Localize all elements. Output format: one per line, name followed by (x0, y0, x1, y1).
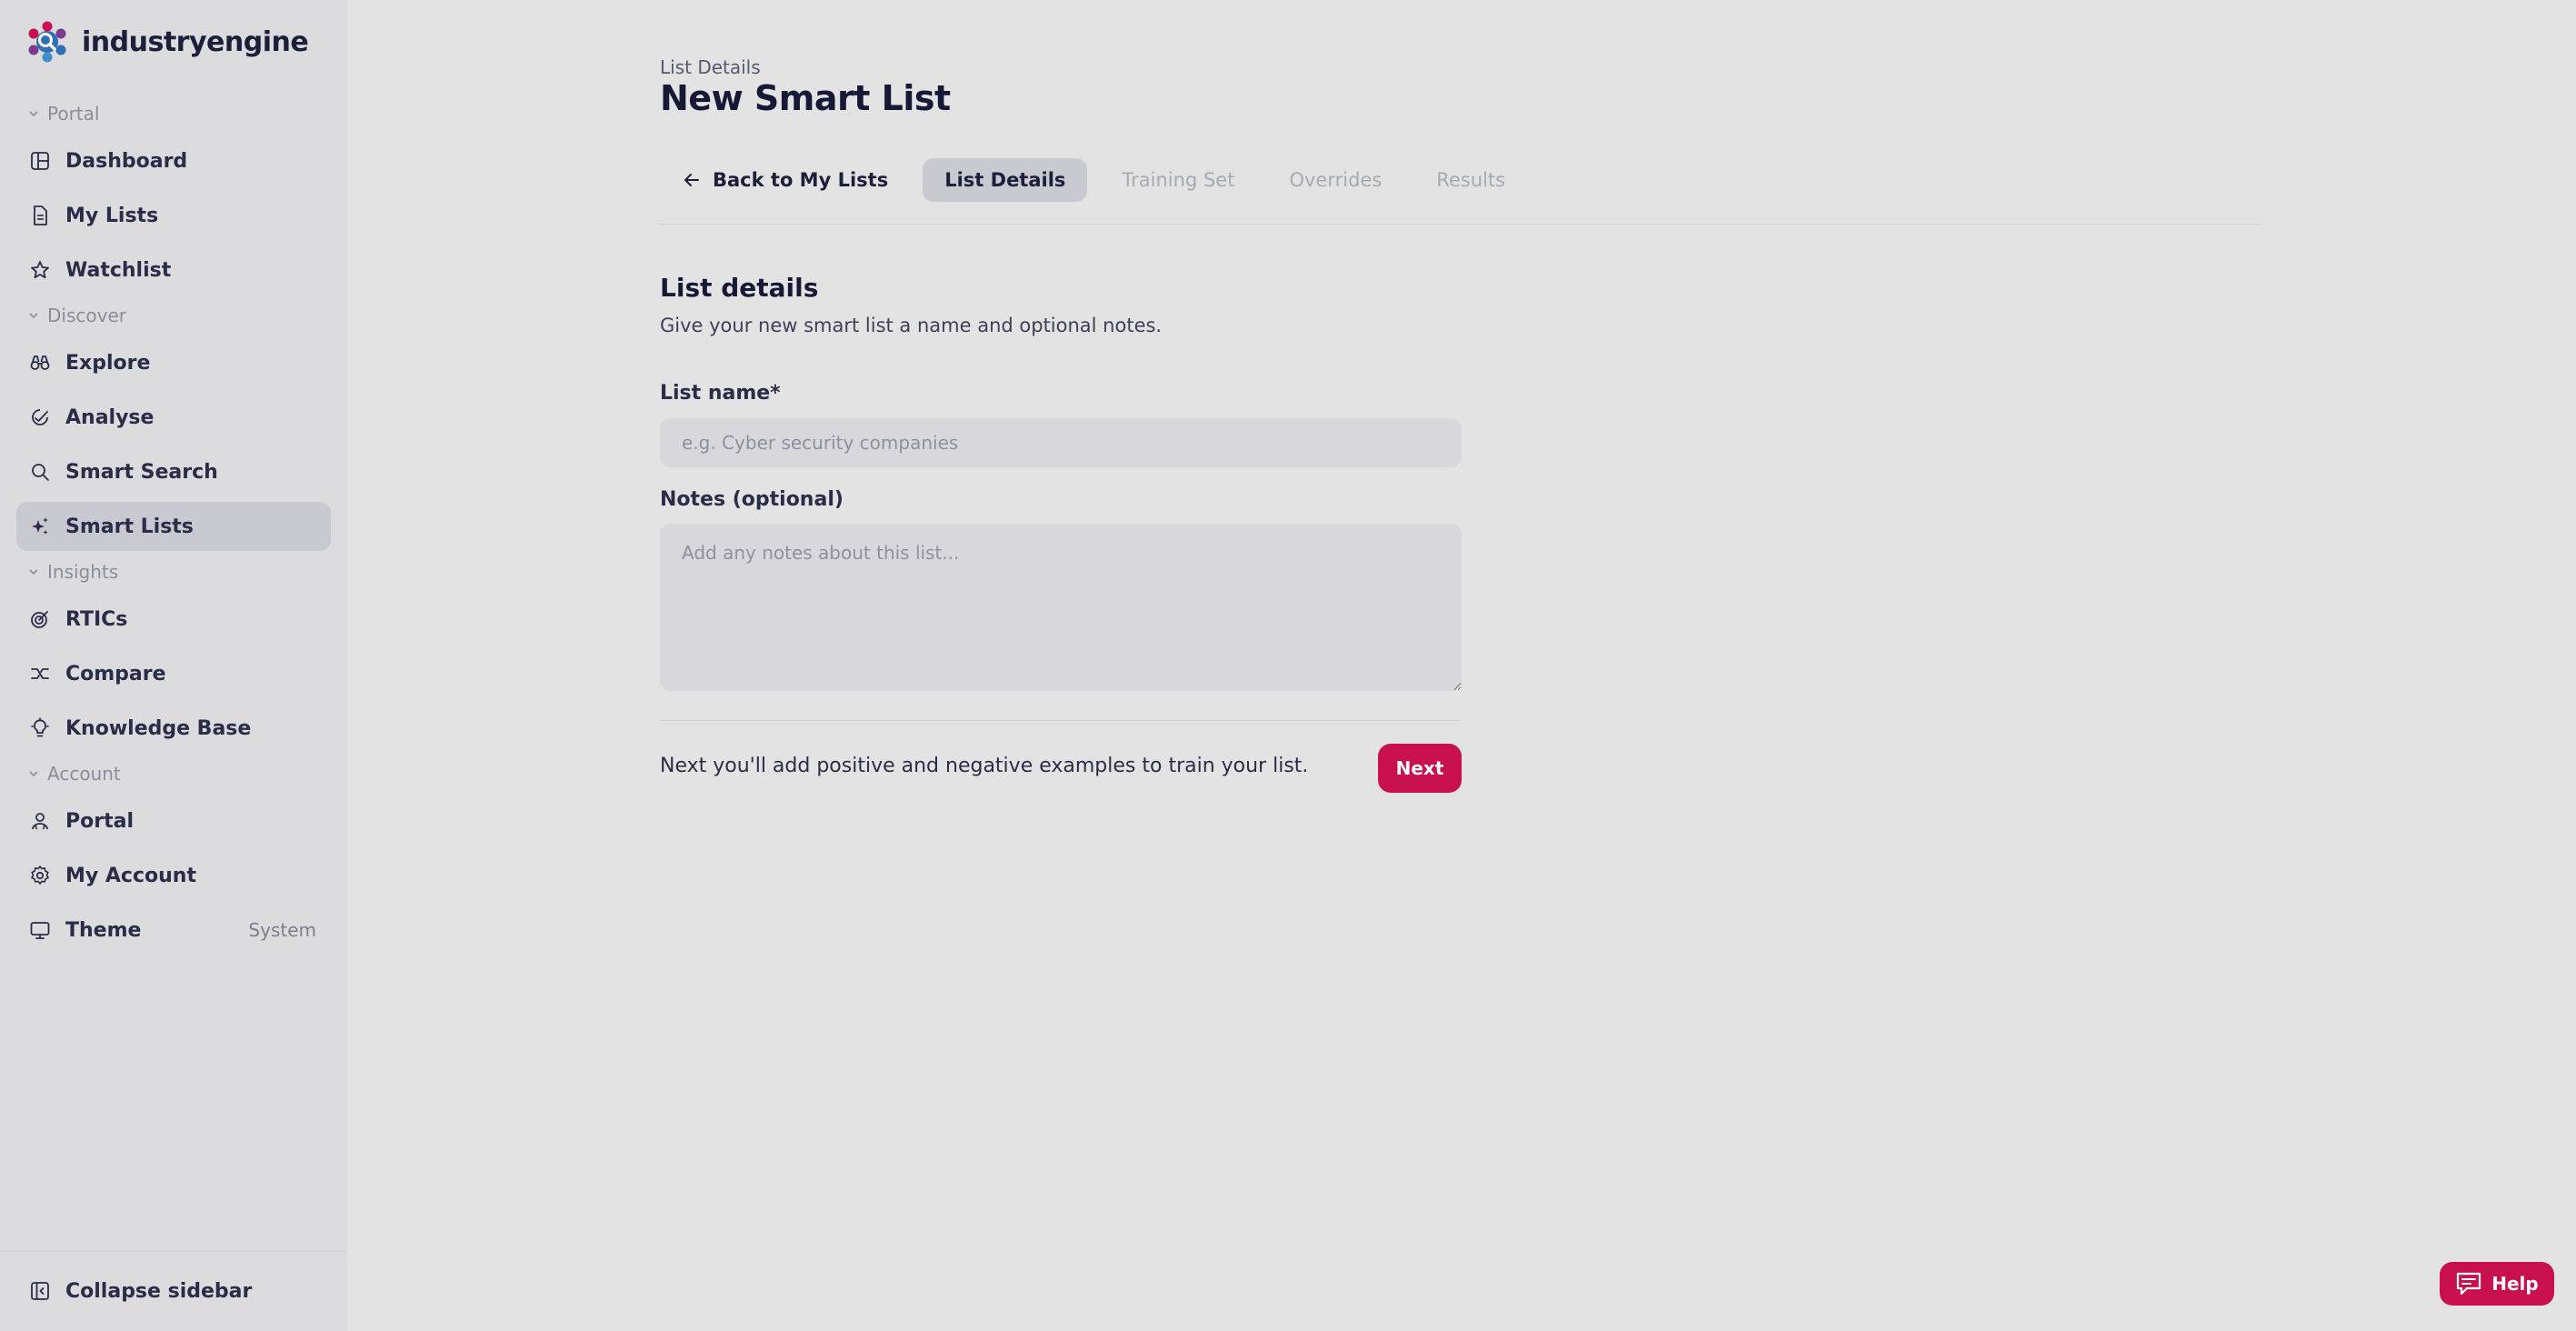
sidebar-item-explore[interactable]: Explore (16, 338, 331, 387)
wizard-tabs: Back to My Lists List Details Training S… (660, 158, 1538, 202)
list-name-label: List name* (660, 382, 781, 405)
collapse-sidebar-icon (31, 1282, 49, 1300)
sidebar-item-smart-lists[interactable]: Smart Lists (16, 502, 331, 551)
tabs-divider (660, 224, 2261, 225)
form-divider (660, 720, 1462, 721)
app-name: industryengine (82, 25, 309, 58)
theme-value: System (248, 919, 316, 941)
section-subtitle: Give your new smart list a name and opti… (660, 315, 1163, 336)
chevron-down-icon (29, 111, 38, 117)
page-title: New Smart List (660, 78, 951, 118)
document-icon (34, 205, 47, 225)
next-step-note: Next you'll add positive and negative ex… (660, 755, 1309, 777)
chevron-down-icon (29, 771, 38, 777)
sidebar-item-rtics[interactable]: RTICs (16, 595, 331, 644)
compare-icon (31, 668, 49, 679)
main-content: List Details New Smart List Back to My L… (347, 0, 2576, 1331)
section-label: Portal (47, 103, 100, 125)
notes-label: Notes (optional) (660, 488, 844, 511)
breadcrumb: List Details (660, 56, 761, 78)
sidebar-item-label: Smart Search (65, 460, 218, 484)
help-label: Help (2491, 1273, 2539, 1295)
section-discover[interactable]: Discover (27, 302, 126, 329)
section-title: List details (660, 273, 819, 303)
sidebar-item-my-lists[interactable]: My Lists (16, 191, 331, 240)
sidebar-item-dashboard[interactable]: Dashboard (16, 136, 331, 185)
sidebar-item-portal[interactable]: Portal (16, 796, 331, 846)
sidebar-footer-divider (0, 1251, 347, 1252)
sidebar-item-watchlist[interactable]: Watchlist (16, 245, 331, 295)
analyse-icon (32, 409, 48, 425)
chat-bubble-icon (2457, 1272, 2481, 1296)
section-label: Insights (47, 561, 119, 583)
sidebar-item-label: RTICs (65, 607, 128, 631)
collapse-sidebar-button[interactable]: Collapse sidebar (16, 1266, 331, 1316)
sidebar-item-compare[interactable]: Compare (16, 649, 331, 698)
next-button[interactable]: Next (1378, 744, 1462, 793)
notes-textarea[interactable] (660, 524, 1462, 691)
arrow-left-icon (684, 174, 699, 186)
sidebar-item-smart-search[interactable]: Smart Search (16, 447, 331, 496)
sidebar-item-label: Knowledge Base (65, 716, 252, 740)
binoculars-icon (30, 355, 50, 370)
tab-training-set[interactable]: Training Set (1100, 158, 1256, 202)
tab-overrides[interactable]: Overrides (1267, 158, 1403, 202)
sidebar-item-my-account[interactable]: My Account (16, 851, 331, 900)
radar-icon (31, 611, 48, 628)
sidebar: industryengine Portal Dashboard My Lists… (0, 0, 347, 1331)
sidebar-item-knowledge-base[interactable]: Knowledge Base (16, 704, 331, 753)
section-label: Discover (47, 305, 126, 326)
chevron-down-icon (29, 569, 38, 575)
tab-results[interactable]: Results (1414, 158, 1527, 202)
section-account[interactable]: Account (27, 760, 121, 787)
tab-list-details[interactable]: List Details (923, 158, 1088, 202)
lightbulb-icon (31, 717, 49, 737)
sidebar-item-label: My Account (65, 864, 196, 887)
sidebar-item-label: Smart Lists (65, 515, 194, 538)
sidebar-item-label: Theme (65, 918, 142, 942)
sidebar-item-label: Analyse (65, 405, 155, 429)
star-icon (31, 261, 49, 279)
sidebar-item-label: Compare (65, 662, 166, 686)
help-button[interactable]: Help (2440, 1262, 2554, 1306)
sidebar-item-label: Portal (65, 809, 134, 833)
chevron-down-icon (29, 313, 38, 319)
section-insights[interactable]: Insights (27, 558, 118, 585)
sidebar-item-label: Dashboard (65, 149, 188, 173)
sidebar-item-analyse[interactable]: Analyse (16, 393, 331, 442)
sparkles-icon (32, 517, 48, 535)
back-to-my-lists-button[interactable]: Back to My Lists (660, 158, 910, 202)
collapse-sidebar-label: Collapse sidebar (65, 1279, 253, 1303)
section-label: Account (47, 763, 121, 785)
sidebar-item-label: Explore (65, 351, 151, 375)
app-logo[interactable]: industryengine (25, 16, 309, 67)
sidebar-item-label: My Lists (65, 204, 159, 227)
search-icon (32, 464, 49, 481)
logo-icon (28, 21, 66, 63)
section-portal[interactable]: Portal (27, 100, 99, 127)
sidebar-item-theme[interactable]: Theme System (16, 906, 331, 955)
user-group-icon (32, 813, 48, 830)
list-name-input[interactable] (660, 418, 1462, 467)
monitor-icon (30, 922, 50, 939)
sidebar-item-label: Watchlist (65, 258, 172, 282)
gear-icon (31, 866, 49, 885)
dashboard-icon (31, 152, 49, 170)
back-label: Back to My Lists (713, 169, 889, 191)
